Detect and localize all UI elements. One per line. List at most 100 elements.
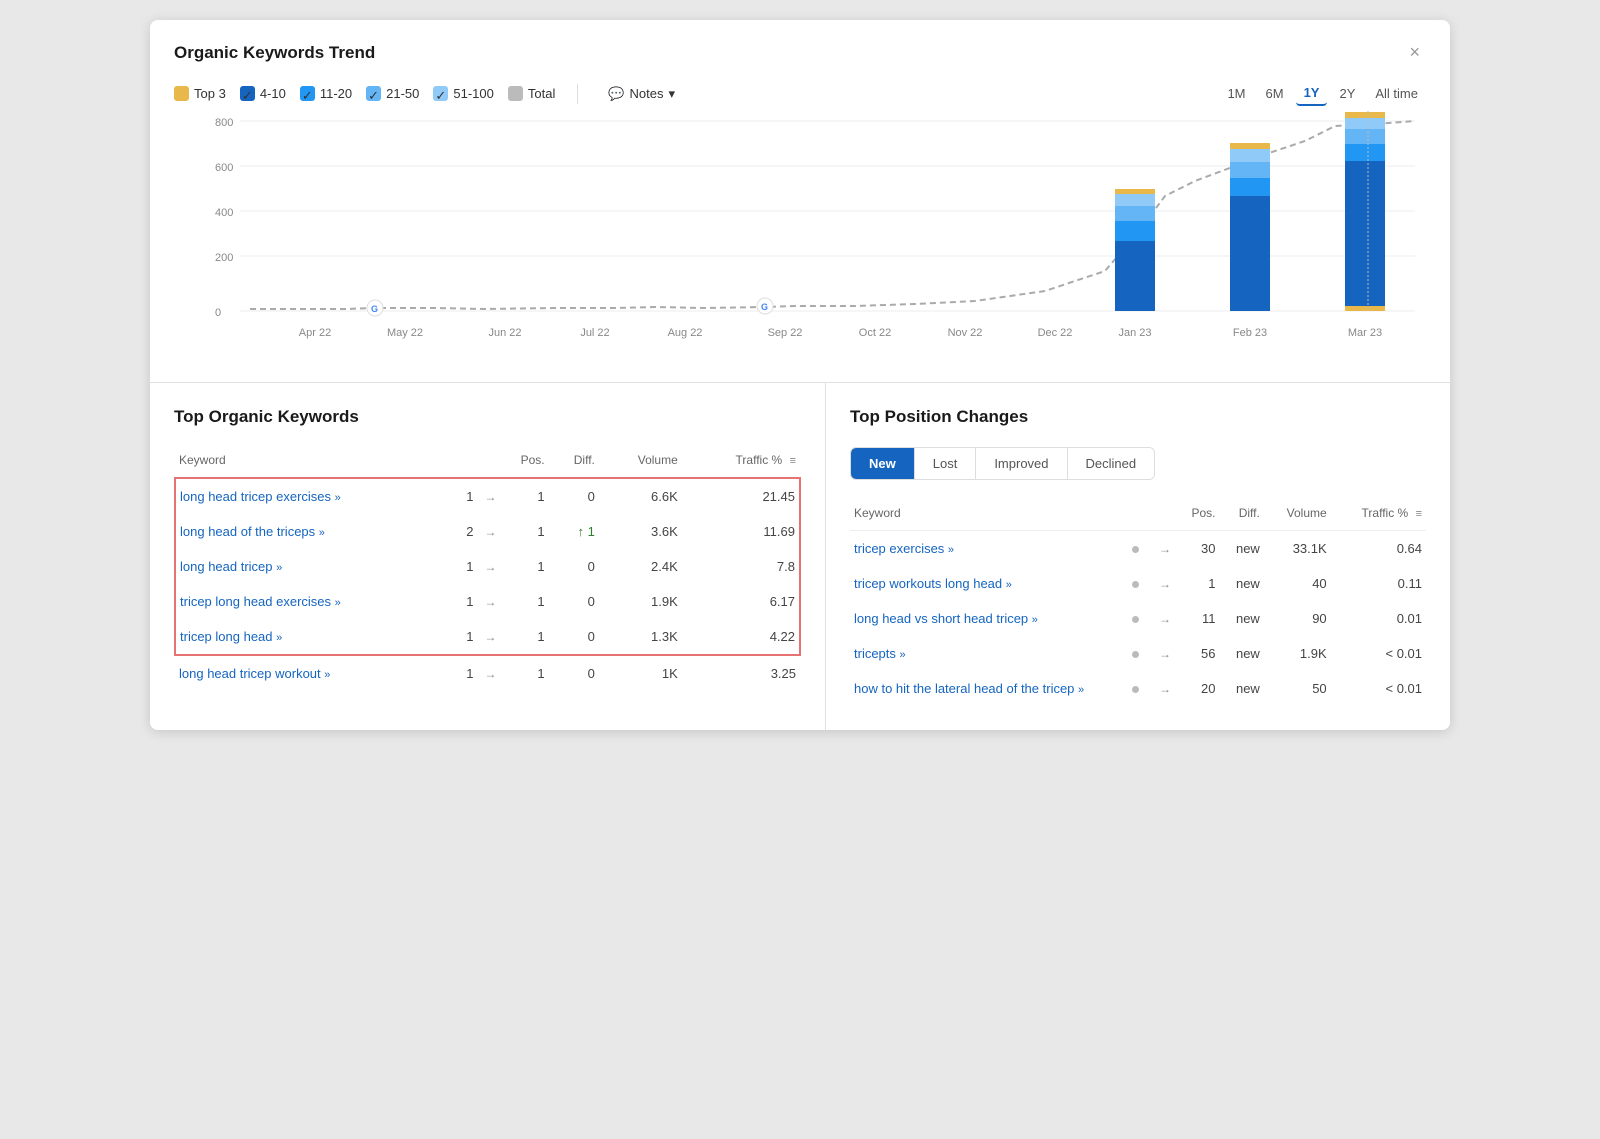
pos-to: 11 <box>1188 601 1219 636</box>
traffic-cell: 0.01 <box>1331 601 1426 636</box>
chart-title: Organic Keywords Trend <box>174 43 375 63</box>
time-btn-1m[interactable]: 1M <box>1219 82 1253 105</box>
legend-checkbox-total <box>508 86 523 101</box>
time-btn-1y[interactable]: 1Y <box>1296 81 1328 106</box>
arrow-cell: → <box>1152 601 1188 636</box>
pos-col-traffic: Traffic % ≡ <box>1331 500 1426 531</box>
time-btn-all[interactable]: All time <box>1367 82 1426 105</box>
diff-cell: 0 <box>549 478 599 514</box>
svg-text:Jul 22: Jul 22 <box>580 327 609 339</box>
keyword-cell[interactable]: long head vs short head tricep » <box>850 601 1128 636</box>
table-row: how to hit the lateral head of the trice… <box>850 671 1426 706</box>
keyword-cell[interactable]: tricepts » <box>850 636 1128 671</box>
pos-to: 1 <box>522 478 548 514</box>
tab-new[interactable]: New <box>851 448 915 479</box>
position-header-row: Keyword Pos. Diff. Volume Traffic % ≡ <box>850 500 1426 531</box>
pos-col-diff: Diff. <box>1219 500 1263 531</box>
table-row: tricep long head » 1 → 1 0 1.3K 4.22 <box>175 619 800 655</box>
pos-to: 30 <box>1188 531 1219 567</box>
traffic-cell: 3.25 <box>682 655 800 691</box>
keywords-title: Top Organic Keywords <box>174 407 801 427</box>
table-row: tricep long head exercises » 1 → 1 0 1.9… <box>175 584 800 619</box>
volume-cell: 6.6K <box>599 478 682 514</box>
time-btn-2y[interactable]: 2Y <box>1331 82 1363 105</box>
tab-declined[interactable]: Declined <box>1068 448 1155 479</box>
legend-11-20[interactable]: ✓ 11-20 <box>300 86 352 101</box>
svg-text:600: 600 <box>215 162 233 174</box>
table-row: tricep exercises » → 30 new 33.1K 0.64 <box>850 531 1426 567</box>
keyword-cell[interactable]: long head tricep » <box>175 549 451 584</box>
volume-cell: 1K <box>599 655 682 691</box>
legend-total[interactable]: Total <box>508 86 555 101</box>
chart-area: 800 600 400 200 0 <box>174 106 1426 366</box>
pos-to: 56 <box>1188 636 1219 671</box>
keyword-cell[interactable]: tricep long head exercises » <box>175 584 451 619</box>
keyword-cell[interactable]: long head tricep exercises » <box>175 478 451 514</box>
pos-to: 1 <box>1188 566 1219 601</box>
pos-filter-icon[interactable]: ≡ <box>1416 508 1422 520</box>
chart-header: Organic Keywords Trend × <box>174 40 1426 65</box>
legend-21-50[interactable]: ✓ 21-50 <box>366 86 419 101</box>
position-section: Top Position Changes New Lost Improved D… <box>826 383 1450 730</box>
dot-cell <box>1128 531 1152 567</box>
svg-text:Mar 23: Mar 23 <box>1348 327 1382 339</box>
arrow-cell: → <box>1152 636 1188 671</box>
traffic-cell: 21.45 <box>682 478 800 514</box>
diff-cell: new <box>1219 671 1263 706</box>
svg-text:Jun 22: Jun 22 <box>488 327 521 339</box>
pos-to: 1 <box>522 514 548 549</box>
keywords-table: Keyword Pos. Diff. Volume Traffic % ≡ lo… <box>174 447 801 691</box>
svg-text:Feb 23: Feb 23 <box>1233 327 1267 339</box>
keyword-cell[interactable]: long head of the triceps » <box>175 514 451 549</box>
traffic-cell: 0.64 <box>1331 531 1426 567</box>
arrow-cell: → <box>1152 671 1188 706</box>
traffic-cell: 11.69 <box>682 514 800 549</box>
svg-text:800: 800 <box>215 117 233 129</box>
traffic-cell: 7.8 <box>682 549 800 584</box>
position-table: Keyword Pos. Diff. Volume Traffic % ≡ tr… <box>850 500 1426 706</box>
svg-text:G: G <box>371 304 378 314</box>
arrow-cell: → <box>477 655 522 691</box>
time-btn-6m[interactable]: 6M <box>1258 82 1292 105</box>
pos-from: 1 <box>451 655 477 691</box>
close-button[interactable]: × <box>1403 40 1426 65</box>
filter-icon[interactable]: ≡ <box>790 455 796 467</box>
tab-lost[interactable]: Lost <box>915 448 977 479</box>
legend-top3[interactable]: Top 3 <box>174 86 226 101</box>
legend-label-11-20: 11-20 <box>320 86 352 101</box>
table-row: long head tricep workout » 1 → 1 0 1K 3.… <box>175 655 800 691</box>
keywords-header-row: Keyword Pos. Diff. Volume Traffic % ≡ <box>175 447 800 478</box>
legend-checkbox-51-100: ✓ <box>433 86 448 101</box>
keyword-cell[interactable]: tricep exercises » <box>850 531 1128 567</box>
pos-col-keyword: Keyword <box>850 500 1128 531</box>
keyword-cell[interactable]: how to hit the lateral head of the trice… <box>850 671 1128 706</box>
keyword-cell[interactable]: long head tricep workout » <box>175 655 451 691</box>
table-row: long head tricep » 1 → 1 0 2.4K 7.8 <box>175 549 800 584</box>
diff-cell: ↑ 1 <box>549 514 599 549</box>
pos-from: 1 <box>451 549 477 584</box>
notes-button[interactable]: 💬 Notes ▾ <box>600 82 683 106</box>
volume-cell: 50 <box>1264 671 1331 706</box>
chart-svg: 800 600 400 200 0 <box>174 106 1426 366</box>
pos-to: 20 <box>1188 671 1219 706</box>
traffic-cell: < 0.01 <box>1331 671 1426 706</box>
legend-checkbox-21-50: ✓ <box>366 86 381 101</box>
tabs-row: New Lost Improved Declined <box>850 447 1155 480</box>
traffic-cell: 4.22 <box>682 619 800 655</box>
volume-cell: 33.1K <box>1264 531 1331 567</box>
diff-cell: 0 <box>549 655 599 691</box>
keyword-cell[interactable]: tricep long head » <box>175 619 451 655</box>
legend-4-10[interactable]: ✓ 4-10 <box>240 86 286 101</box>
legend-51-100[interactable]: ✓ 51-100 <box>433 86 493 101</box>
chart-controls: Top 3 ✓ 4-10 ✓ 11-20 ✓ 21-50 ✓ 51-100 <box>174 81 1426 106</box>
bottom-sections: Top Organic Keywords Keyword Pos. Diff. … <box>150 383 1450 730</box>
svg-text:May 22: May 22 <box>387 327 423 339</box>
arrow-cell: → <box>477 619 522 655</box>
svg-text:Oct 22: Oct 22 <box>859 327 891 339</box>
svg-text:Dec 22: Dec 22 <box>1038 327 1073 339</box>
tab-improved[interactable]: Improved <box>976 448 1067 479</box>
svg-text:0: 0 <box>215 307 221 319</box>
keyword-cell[interactable]: tricep workouts long head » <box>850 566 1128 601</box>
main-container: Organic Keywords Trend × Top 3 ✓ 4-10 ✓ … <box>150 20 1450 730</box>
svg-text:Apr 22: Apr 22 <box>299 327 331 339</box>
